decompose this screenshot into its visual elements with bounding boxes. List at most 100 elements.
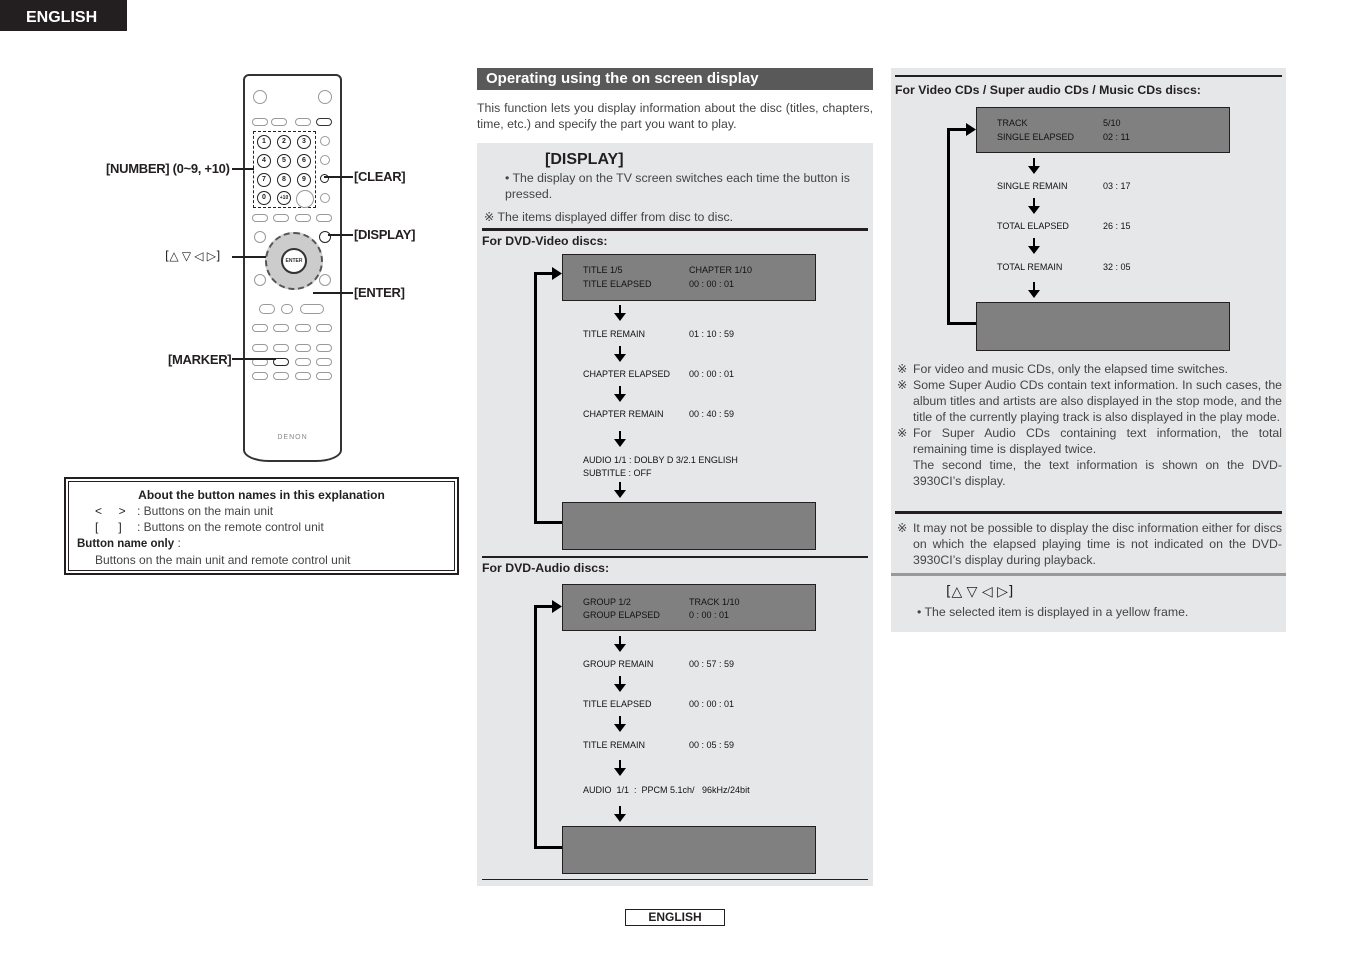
screen-label: TITLE 1/5 — [583, 265, 623, 275]
callout-clear: [CLEAR] — [354, 169, 406, 184]
display-key-icon — [319, 231, 331, 243]
callout-cursor: [△ ▽ ◁ ▷] — [165, 249, 221, 263]
callout-display: [DISPLAY] — [354, 227, 416, 242]
screen-value: 0 : 00 : 01 — [689, 610, 730, 620]
callout-line — [324, 176, 353, 178]
number-key: 1 — [257, 135, 271, 149]
remote-key-icon — [320, 193, 330, 203]
dvd-audio-heading: For DVD-Audio discs: — [482, 561, 610, 575]
remote-key-icon — [316, 372, 332, 380]
pause-key-icon — [281, 304, 293, 314]
remote-key-icon — [271, 118, 287, 126]
legend-text: : Buttons on the main unit — [137, 504, 274, 518]
note-mark: ※ — [897, 378, 908, 392]
step-label: TOTAL REMAIN — [997, 262, 1063, 272]
menu-key-icon — [254, 274, 266, 286]
divider — [895, 511, 1282, 514]
number-key: 8 — [277, 173, 291, 187]
down-arrow-icon — [614, 806, 626, 822]
open-close-key-icon — [316, 118, 332, 126]
remote-key-icon — [295, 344, 311, 352]
step-label: TOTAL ELAPSED — [997, 221, 1069, 231]
step-label: SINGLE REMAIN — [997, 181, 1068, 191]
note-text: For video and music CDs, only the elapse… — [913, 362, 1229, 376]
number-key: +10 — [277, 191, 291, 205]
remote-key-icon — [273, 372, 289, 380]
button-names-legend: About the button names in this explanati… — [64, 477, 459, 575]
step-label: TITLE REMAIN — [583, 740, 646, 750]
divider — [482, 879, 868, 880]
remote-key-icon — [320, 155, 330, 165]
remote-key-icon — [296, 190, 314, 208]
loop-line — [947, 322, 976, 325]
note-item: ※ Some Super Audio CDs contain text info… — [897, 377, 1282, 425]
step-label: CHAPTER ELAPSED — [583, 369, 671, 379]
top-menu-key-icon — [254, 231, 266, 243]
osd-screen: TRACK 5/10 SINGLE ELAPSED 02 : 11 — [976, 107, 1230, 153]
number-key: 7 — [257, 173, 271, 187]
skip-back-key-icon — [252, 324, 268, 332]
step-value: 26 : 15 — [1103, 221, 1131, 231]
remote-key-icon — [316, 358, 332, 366]
legend-bold-label: Button name only — [77, 538, 175, 550]
legend-row: Button name only : — [77, 535, 446, 552]
callout-number: [NUMBER] (0~9, +10) — [106, 161, 230, 176]
down-arrow-icon — [1028, 282, 1040, 298]
step-value: 00 : 57 : 59 — [689, 659, 735, 669]
step-value: 00 : 40 : 59 — [689, 409, 735, 419]
note-mark: ※ — [897, 521, 908, 535]
divider — [482, 228, 868, 231]
legend-symbol: < > — [95, 504, 126, 518]
note-item: ※ For video and music CDs, only the elap… — [897, 361, 1282, 377]
screen-label: GROUP 1/2 — [583, 597, 631, 607]
osd-screen-blank — [562, 502, 816, 550]
loop-line — [947, 128, 950, 325]
power-on-button-icon — [318, 90, 332, 104]
dvd-video-heading: For DVD-Video discs: — [482, 234, 608, 248]
footer-language-tab: ENGLISH — [625, 909, 725, 926]
osd-screen-blank — [562, 826, 816, 874]
legend-title: About the button names in this explanati… — [138, 488, 385, 502]
remote-key-icon — [316, 214, 332, 222]
down-arrow-icon — [614, 716, 626, 732]
step-value: 00 : 05 : 59 — [689, 740, 735, 750]
down-arrow-icon — [614, 760, 626, 776]
down-arrow-icon — [1028, 198, 1040, 214]
screen-value: 5/10 — [1103, 118, 1121, 128]
cursor-button-label: [△ ▽ ◁ ▷] — [946, 584, 1014, 600]
search-back-key-icon — [295, 324, 311, 332]
down-arrow-icon — [614, 386, 626, 402]
loop-line — [534, 272, 554, 275]
down-arrow-icon — [614, 482, 626, 498]
display-button-label: [DISPLAY] — [545, 151, 624, 168]
callout-line — [232, 358, 276, 360]
number-key: 9 — [297, 173, 311, 187]
remote-key-icon — [252, 344, 268, 352]
remote-key-icon — [273, 344, 289, 352]
step-label: TITLE REMAIN — [583, 329, 646, 339]
down-arrow-icon — [614, 636, 626, 652]
number-key: 0 — [257, 191, 271, 205]
remote-control-illustration: 1 2 3 4 5 6 7 8 9 0 +10 ENTER DENON — [243, 74, 342, 462]
legend-row: < > : Buttons on the main unit — [77, 503, 446, 519]
return-key-icon — [319, 274, 331, 286]
audio-line: AUDIO 1/1 : DOLBY D 3/2.1 ENGLISH — [583, 455, 738, 465]
remote-key-icon — [295, 358, 311, 366]
note-mark: ※ — [897, 426, 908, 440]
step-value: 01 : 10 : 59 — [689, 329, 735, 339]
play-key-icon — [300, 304, 324, 314]
down-arrow-icon — [614, 346, 626, 362]
remote-brand-logo: DENON — [277, 434, 308, 441]
screen-value: 02 : 11 — [1103, 132, 1130, 142]
down-arrow-icon — [614, 431, 626, 447]
display-note: ※ The items displayed differ from disc t… — [484, 210, 734, 224]
osd-screen: GROUP 1/2 TRACK 1/10 GROUP ELAPSED 0 : 0… — [562, 584, 816, 631]
note-text: The second time, the text information is… — [913, 458, 1282, 488]
warning-note: ※ It may not be possible to display the … — [897, 520, 1282, 568]
screen-value: 00 : 00 : 01 — [689, 279, 735, 289]
display-bullet: • The display on the TV screen switches … — [505, 171, 850, 201]
step-value: 00 : 00 : 01 — [689, 369, 735, 379]
callout-line — [328, 234, 353, 236]
step-value: 03 : 17 — [1103, 181, 1131, 191]
down-arrow-icon — [614, 305, 626, 321]
